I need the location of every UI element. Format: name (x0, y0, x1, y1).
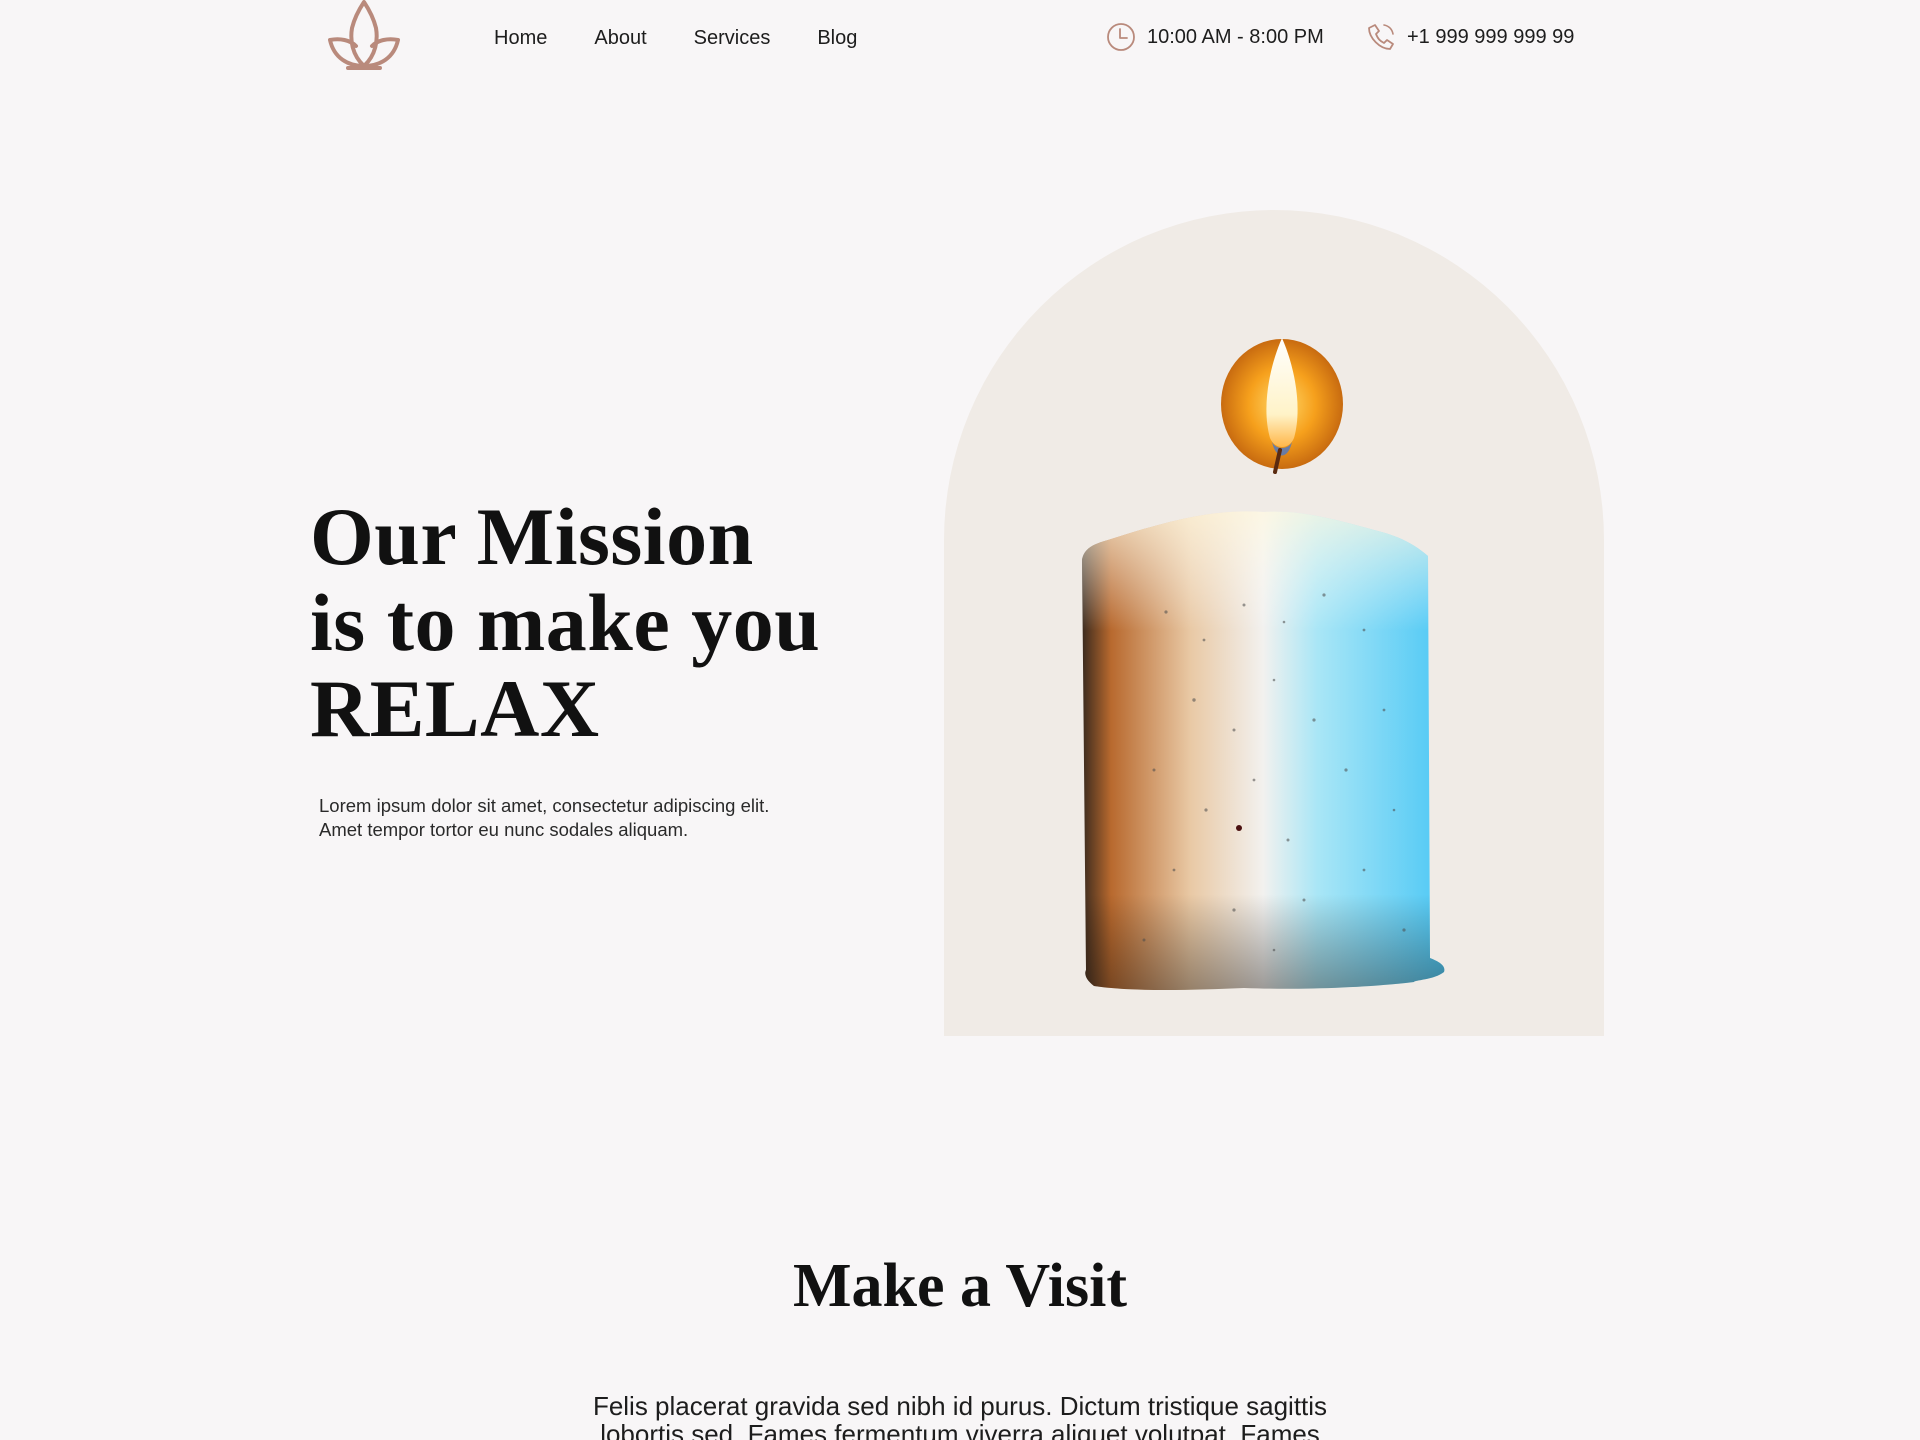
main-nav: Home About Services Blog (494, 24, 904, 52)
hero-title-line-1: Our Mission (310, 491, 754, 582)
visit-text-line-2: lobortis sed. Fames fermentum viverra al… (600, 1419, 1320, 1440)
hero-image-arch (944, 210, 1604, 1036)
opening-hours: 10:00 AM - 8:00 PM (1106, 22, 1324, 52)
nav-about-link[interactable]: About (594, 24, 646, 52)
landing-page: Home About Services Blog 10:00 AM - 8:00… (0, 0, 1920, 1440)
candle-image (1082, 338, 1445, 990)
hero-title-line-2: is to make you (310, 577, 821, 668)
hero-description-line-1: Lorem ipsum dolor sit amet, consectetur … (319, 795, 770, 816)
lotus-logo-icon[interactable] (322, 0, 406, 74)
nav-blog-link[interactable]: Blog (817, 24, 857, 52)
visit-section-title: Make a Visit (792, 1252, 1128, 1320)
phone-link[interactable]: +1 999 999 999 99 (1366, 22, 1574, 52)
hero-title: Our Mission is to make you RELAX (310, 494, 870, 752)
phone-text: +1 999 999 999 99 (1407, 26, 1575, 48)
site-header: Home About Services Blog 10:00 AM - 8:00… (0, 0, 1920, 80)
nav-home-link[interactable]: Home (494, 24, 547, 52)
visit-section-text: Felis placerat gravida sed nibh id purus… (0, 1392, 1920, 1440)
hours-text: 10:00 AM - 8:00 PM (1147, 26, 1324, 48)
hero-description: Lorem ipsum dolor sit amet, consectetur … (319, 794, 879, 842)
clock-icon (1107, 23, 1135, 51)
visit-text-line-1: Felis placerat gravida sed nibh id purus… (592, 1391, 1328, 1421)
hero-title-line-3: RELAX (310, 663, 600, 754)
hero-description-line-2: Amet tempor tortor eu nunc sodales aliqu… (319, 819, 689, 840)
phone-icon (1368, 24, 1394, 50)
nav-services-link[interactable]: Services (694, 24, 771, 52)
